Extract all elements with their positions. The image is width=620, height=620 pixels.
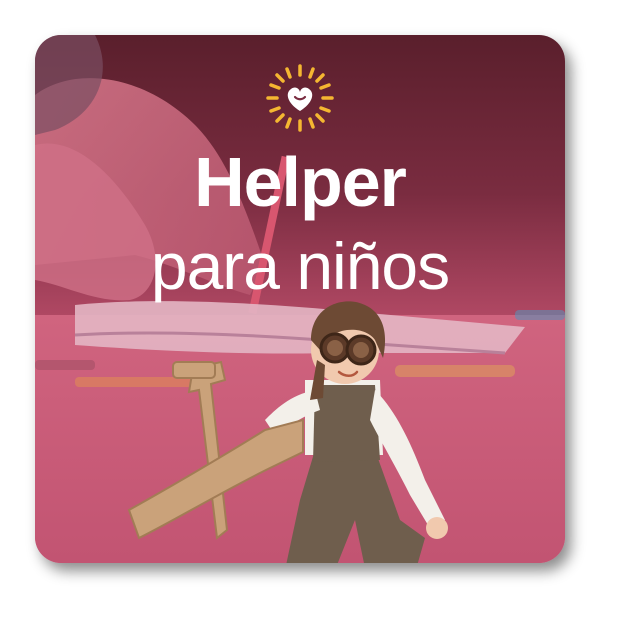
app-card[interactable]: Helper para niños [35,35,565,563]
sun-heart-icon [266,64,334,132]
card-title: Helper [194,143,407,221]
child-with-plane-illustration [127,301,448,563]
